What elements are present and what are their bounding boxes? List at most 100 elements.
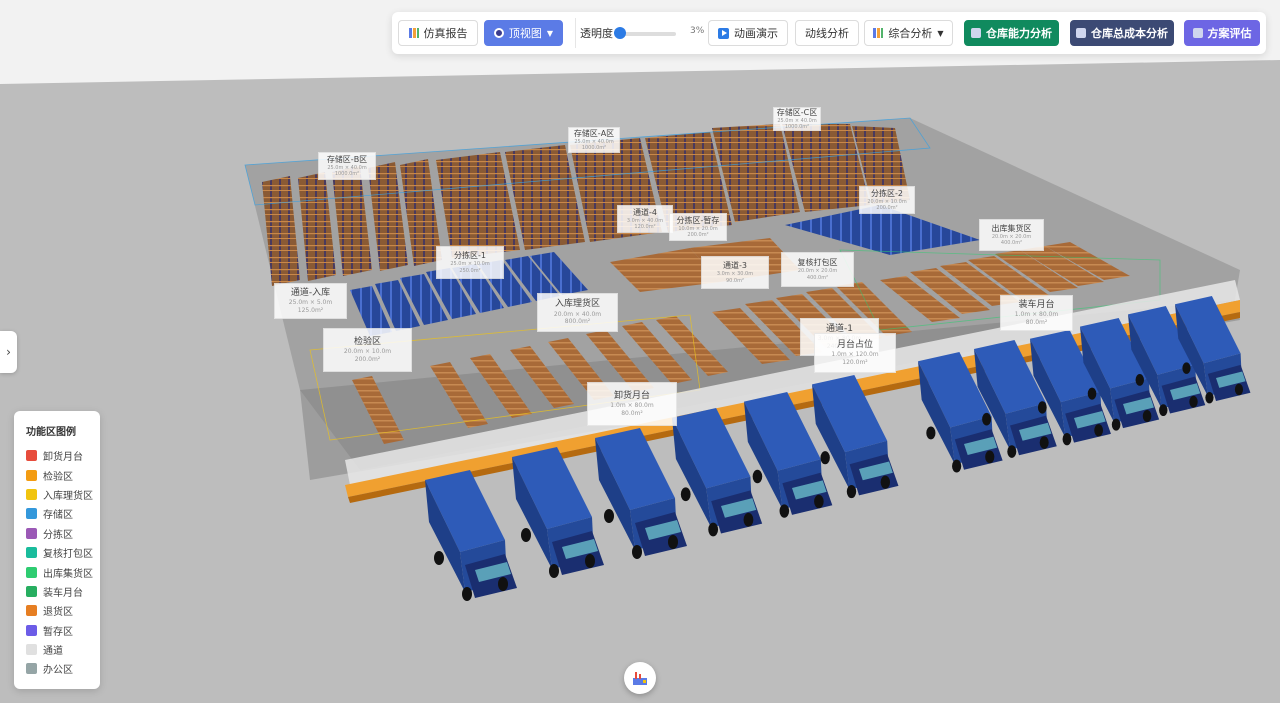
legend-item: 入库理货区 — [26, 485, 100, 504]
zone-label-dims: 25.0m × 5.0m — [288, 299, 333, 307]
top-toolbar: 仿真报告 顶视图 ▼ 透明度 3% 动画演示 动线分析 综合分析 ▼ 仓库能力分… — [392, 12, 1266, 54]
legend-label: 卸货月台 — [43, 452, 83, 464]
zone-label-title: 复核打包区 — [797, 258, 838, 268]
zone-label[interactable]: 检验区 20.0m × 10.0m 200.0m² — [323, 328, 412, 372]
legend-label: 通道 — [43, 646, 63, 658]
legend-swatch — [26, 547, 37, 559]
zone-label-title: 通道-4 — [633, 207, 657, 217]
caret-down-icon: ▼ — [937, 28, 944, 38]
zone-label-title: 出库集货区 — [991, 223, 1032, 233]
zone-label-title: 存储区-A区 — [573, 128, 615, 138]
zone-label[interactable]: 分拣区-2 20.0m × 10.0m 200.0m² — [859, 186, 915, 214]
legend-swatch — [26, 508, 37, 520]
legend-swatch — [26, 469, 37, 481]
legend-item: 卸货月台 — [26, 446, 100, 465]
warehouse-3d-scene[interactable] — [0, 0, 1280, 703]
evaluate-icon — [1192, 28, 1203, 38]
zone-label-title: 分拣区-暂存 — [676, 215, 720, 225]
flow-analysis-button[interactable]: 动线分析 — [795, 20, 859, 46]
zone-label[interactable]: 月台占位 1.0m × 120.0m 120.0m² — [814, 333, 896, 373]
zone-label-dims: 200.0m² — [687, 232, 709, 238]
zone-label[interactable]: 通道-3 3.0m × 30.0m 90.0m² — [701, 256, 769, 289]
legend-label: 退货区 — [43, 607, 73, 619]
legend-item: 通道 — [26, 640, 100, 659]
legend-label: 装车月台 — [43, 587, 83, 599]
zone-label-title: 分拣区-1 — [454, 251, 486, 261]
legend-item: 复核打包区 — [26, 543, 100, 562]
analysis-icon — [873, 28, 884, 38]
zone-label-title: 入库理货区 — [554, 299, 600, 310]
total-cost-analysis-button[interactable]: 仓库总成本分析 — [1070, 20, 1174, 46]
zone-label[interactable]: 分拣区-暂存 10.0m × 20.0m 200.0m² — [669, 213, 727, 241]
zone-label[interactable]: 分拣区-1 25.0m × 10.0m 250.0m² — [436, 246, 504, 279]
zone-label-title: 通道-3 — [723, 261, 747, 271]
legend-label: 暂存区 — [43, 626, 73, 638]
zone-label[interactable]: 复核打包区 20.0m × 20.0m 400.0m² — [781, 252, 854, 287]
zone-label-title: 检验区 — [353, 336, 381, 347]
zone-label-dims: 1.0m × 80.0m — [610, 402, 654, 410]
capacity-analysis-button[interactable]: 仓库能力分析 — [964, 20, 1059, 46]
legend-swatch — [26, 663, 37, 675]
zone-label[interactable]: 存储区-B区 25.0m × 40.0m 1000.0m² — [318, 152, 376, 180]
eye-icon — [493, 28, 504, 38]
zone-label-dims: 800.0m² — [564, 318, 591, 326]
report-icon — [408, 28, 419, 38]
simulation-report-button[interactable]: 仿真报告 — [398, 20, 478, 46]
zone-label-dims: 1000.0m² — [581, 145, 607, 151]
zone-label[interactable]: 通道-4 3.0m × 40.0m 120.0m² — [617, 205, 673, 233]
zone-label[interactable]: 装车月台 1.0m × 80.0m 80.0m² — [1000, 295, 1073, 331]
zone-label-title: 月台占位 — [836, 339, 873, 350]
zone-label[interactable]: 卸货月台 1.0m × 80.0m 80.0m² — [587, 382, 677, 426]
legend-title: 功能区图例 — [26, 427, 76, 438]
zone-label-dims: 200.0m² — [876, 205, 898, 211]
top-view-dropdown[interactable]: 顶视图 ▼ — [484, 20, 563, 46]
zone-label-dims: 1000.0m² — [784, 124, 810, 130]
zone-label-dims: 20.0m × 10.0m — [343, 348, 392, 356]
zone-label-dims: 120.0m² — [634, 224, 656, 230]
zone-label-dims: 80.0m² — [621, 409, 643, 417]
legend-swatch — [26, 450, 37, 462]
app-logo-button[interactable] — [624, 662, 656, 694]
legend-item: 退货区 — [26, 601, 100, 620]
legend-swatch — [26, 644, 37, 656]
zone-label-dims: 1000.0m² — [334, 171, 360, 177]
cost-icon — [1076, 28, 1086, 38]
zone-label[interactable]: 通道-入库 25.0m × 5.0m 125.0m² — [274, 283, 347, 319]
sidebar-expand-toggle[interactable]: › — [0, 331, 17, 373]
zone-label-dims: 250.0m² — [459, 267, 481, 274]
legend-item: 办公区 — [26, 659, 100, 678]
legend-label: 复核打包区 — [43, 549, 93, 561]
zone-label-dims: 400.0m² — [806, 274, 829, 281]
zone-label[interactable]: 存储区-C区 25.0m × 40.0m 1000.0m² — [773, 107, 821, 131]
legend-label: 存储区 — [43, 510, 73, 522]
legend-item: 装车月台 — [26, 582, 100, 601]
zone-label-dims: 20.0m × 40.0m — [553, 310, 602, 318]
opacity-slider-thumb[interactable] — [614, 27, 626, 39]
zone-label-title: 分拣区-2 — [871, 188, 903, 198]
zone-label[interactable]: 出库集货区 20.0m × 20.0m 400.0m² — [979, 219, 1044, 251]
legend-item: 存储区 — [26, 504, 100, 523]
legend-label: 入库理货区 — [43, 490, 93, 502]
plan-evaluation-button[interactable]: 方案评估 — [1184, 20, 1260, 46]
legend-swatch — [26, 566, 37, 578]
zone-label-dims: 90.0m² — [725, 277, 744, 284]
caret-down-icon: ▼ — [546, 28, 554, 38]
zone-label-dims: 1.0m × 120.0m — [831, 351, 879, 359]
zone-label[interactable]: 入库理货区 20.0m × 40.0m 800.0m² — [537, 293, 618, 332]
zone-label-title: 存储区-C区 — [776, 107, 818, 117]
legend-list: 卸货月台 检验区 入库理货区 存储区 分拣区 复核打包区 出库集货区 装车月台 退货区 暂存区 通道… — [26, 446, 100, 679]
combined-analysis-dropdown[interactable]: 综合分析 ▼ — [864, 20, 953, 46]
zone-label-dims: 1.0m × 80.0m — [1014, 311, 1059, 319]
zone-label-dims: 200.0m² — [354, 355, 381, 363]
zone-label-title: 存储区-B区 — [326, 154, 368, 164]
legend-item: 出库集货区 — [26, 562, 100, 581]
zone-label[interactable]: 存储区-A区 25.0m × 40.0m 1000.0m² — [568, 127, 620, 153]
opacity-control: 透明度 3% — [580, 26, 705, 40]
animation-demo-button[interactable]: 动画演示 — [708, 20, 788, 46]
warehouse-icon — [971, 28, 981, 38]
legend-label: 分拣区 — [43, 529, 73, 541]
legend-item: 分拣区 — [26, 524, 100, 543]
zone-label-title: 通道-入库 — [290, 287, 331, 298]
legend-swatch — [26, 585, 37, 597]
zone-label-dims: 400.0m² — [1000, 240, 1023, 246]
